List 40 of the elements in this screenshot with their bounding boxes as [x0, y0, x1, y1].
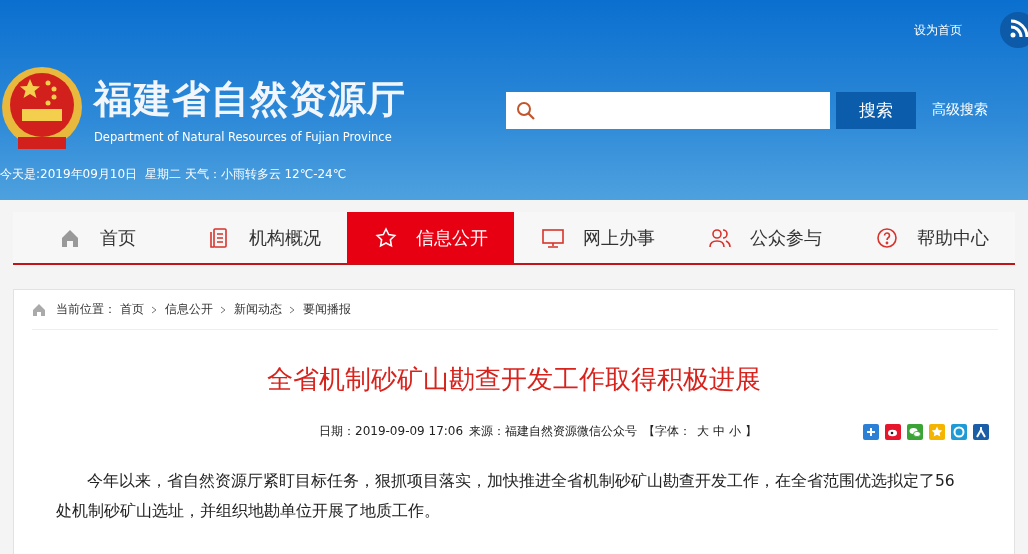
- chevron-icon: [151, 305, 158, 314]
- breadcrumb-link[interactable]: 要闻播报: [303, 301, 351, 318]
- site-subtitle: Department of Natural Resources of Fujian Province: [94, 130, 393, 144]
- font-size-link[interactable]: 中: [713, 423, 726, 440]
- search-field[interactable]: [506, 91, 830, 129]
- article-title: 全省机制砂矿山勘查开发工作取得积极进展: [266, 363, 762, 396]
- breadcrumb-link[interactable]: 首页: [120, 301, 144, 318]
- plus-icon[interactable]: [863, 423, 880, 440]
- help-icon: [874, 225, 899, 250]
- star-logo-icon[interactable]: [929, 423, 946, 440]
- set-homepage-link[interactable]: 设为首页: [914, 21, 962, 39]
- nav-tab[interactable]: 机构概况: [180, 212, 347, 263]
- nav-tab[interactable]: 首页: [13, 212, 180, 263]
- home-icon: [32, 302, 46, 317]
- font-size-label: 【字体：: [643, 423, 692, 440]
- chevron-icon: [220, 305, 227, 314]
- advanced-search-link[interactable]: 高级搜索: [932, 101, 988, 119]
- breadcrumb-link[interactable]: 新闻动态: [234, 301, 282, 318]
- date-weather-text: 今天是:2019年09月10日 星期二 天气：小雨转多云 12℃-24℃: [0, 166, 348, 183]
- article-paragraph: 今年以来，省自然资源厅紧盯目标任务，狠抓项目落实，加快推进全省机制砂矿山勘查开发工作，在全省范围优选拟定了56处机制砂矿山选址，并组织地勘单位开展了地质工作。: [56, 471, 956, 522]
- bracket-text: 】: [745, 423, 758, 440]
- star-icon: [373, 225, 398, 250]
- search-icon: [516, 100, 536, 121]
- eye-logo-icon[interactable]: [885, 423, 902, 440]
- site-title: 福建省自然资源厅: [94, 76, 406, 122]
- chat-bubbles-icon[interactable]: [907, 423, 924, 440]
- breadcrumb-link[interactable]: 信息公开: [165, 301, 213, 318]
- rss-icon[interactable]: [1000, 12, 1028, 48]
- article-source: 来源：福建自然资源微信公众号: [469, 423, 638, 440]
- nav-tab[interactable]: 公众参与: [681, 212, 848, 263]
- chevron-icon: [289, 305, 296, 314]
- figure-logo-icon[interactable]: [973, 423, 990, 440]
- search-button[interactable]: 搜索: [836, 91, 916, 129]
- nav-tab[interactable]: 网上办事: [514, 212, 681, 263]
- breadcrumb-label: 当前位置：: [56, 301, 116, 318]
- font-size-link[interactable]: 大: [697, 423, 710, 440]
- nav-tab[interactable]: 信息公开: [347, 212, 514, 263]
- nav-tab[interactable]: 帮助中心: [848, 212, 1015, 263]
- font-size-link[interactable]: 小: [729, 423, 742, 440]
- article-date: 日期：2019-09-09 17:06: [319, 423, 464, 440]
